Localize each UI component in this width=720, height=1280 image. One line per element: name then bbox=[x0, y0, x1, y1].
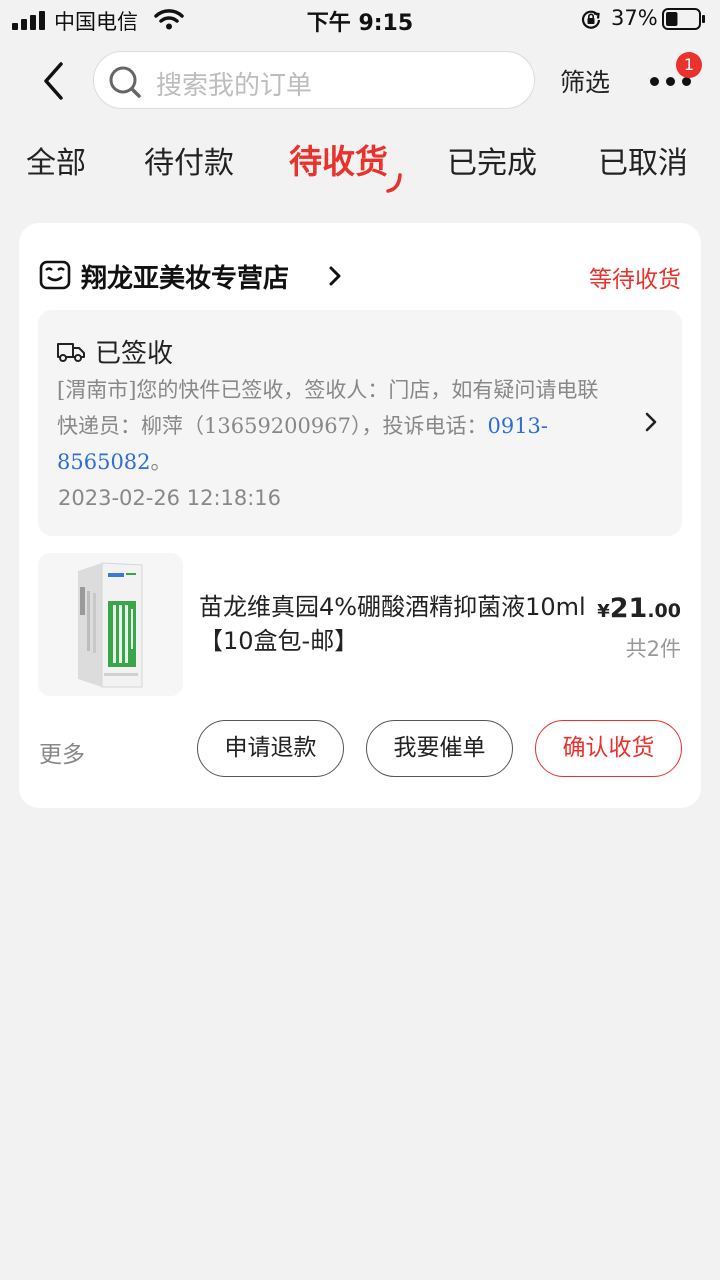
shop-header[interactable]: 翔龙亚美妆专营店 等待收货 bbox=[39, 257, 681, 297]
shop-name[interactable]: 翔龙亚美妆专营店 bbox=[81, 258, 289, 295]
rotation-lock-icon bbox=[581, 10, 601, 29]
product-quantity: 共2件 bbox=[625, 637, 681, 661]
request-refund-button[interactable]: 申请退款 bbox=[197, 720, 344, 777]
product-box-illustration bbox=[78, 562, 143, 688]
search-placeholder: 搜索我的订单 bbox=[156, 71, 313, 101]
order-status: 等待收货 bbox=[589, 267, 681, 293]
status-bar: 中国电信 下午 9:15 37% bbox=[0, 0, 720, 40]
confirm-receipt-button[interactable]: 确认收货 bbox=[535, 720, 682, 777]
tab-all[interactable]: 全部 bbox=[26, 138, 86, 182]
order-tabs: 全部 待付款 待收货 已完成 已取消 bbox=[0, 138, 720, 198]
more-dots-icon bbox=[650, 77, 659, 86]
tab-cancelled[interactable]: 已取消 bbox=[598, 138, 688, 182]
urge-order-button[interactable]: 我要催单 bbox=[366, 720, 513, 777]
back-arrow-icon bbox=[44, 62, 63, 100]
product-price: ¥21.00 bbox=[597, 593, 681, 624]
logistics-time: 2023-02-26 12:18:16 bbox=[58, 486, 282, 510]
logistics-title: 已签收 bbox=[95, 339, 174, 369]
product-image[interactable] bbox=[38, 553, 183, 696]
logistics-message: [渭南市]您的快件已签收，签收人：门店，如有疑问请电联快递员：柳萍（136592… bbox=[57, 378, 599, 474]
logistics-panel[interactable]: 已签收 [渭南市]您的快件已签收，签收人：门店，如有疑问请电联快递员：柳萍（13… bbox=[38, 310, 682, 536]
notification-badge: 1 bbox=[676, 52, 702, 78]
battery-icon bbox=[662, 8, 705, 30]
active-tab-indicator bbox=[386, 173, 402, 193]
truck-icon bbox=[57, 343, 85, 362]
filter-button[interactable]: 筛选 bbox=[560, 63, 610, 99]
shop-icon bbox=[39, 260, 71, 290]
tab-pending-receipt[interactable]: 待收货 bbox=[289, 135, 388, 183]
battery-percentage: 37% bbox=[611, 6, 658, 30]
tab-completed[interactable]: 已完成 bbox=[447, 138, 537, 182]
tab-pending-payment[interactable]: 待付款 bbox=[144, 138, 234, 182]
chevron-right-icon bbox=[329, 266, 341, 286]
product-name[interactable]: 苗龙维真园4%硼酸酒精抑菌液10ml【10盒包-邮】 bbox=[199, 590, 594, 658]
order-card: 翔龙亚美妆专营店 等待收货 已签收 [渭南市]您的快件已签收，签收人：门店，如有… bbox=[19, 223, 701, 808]
chevron-right-icon bbox=[645, 412, 657, 432]
search-icon bbox=[109, 66, 141, 98]
more-actions-link[interactable]: 更多 bbox=[39, 735, 85, 769]
back-button[interactable] bbox=[30, 58, 78, 106]
search-input[interactable]: 搜索我的订单 bbox=[93, 51, 535, 109]
